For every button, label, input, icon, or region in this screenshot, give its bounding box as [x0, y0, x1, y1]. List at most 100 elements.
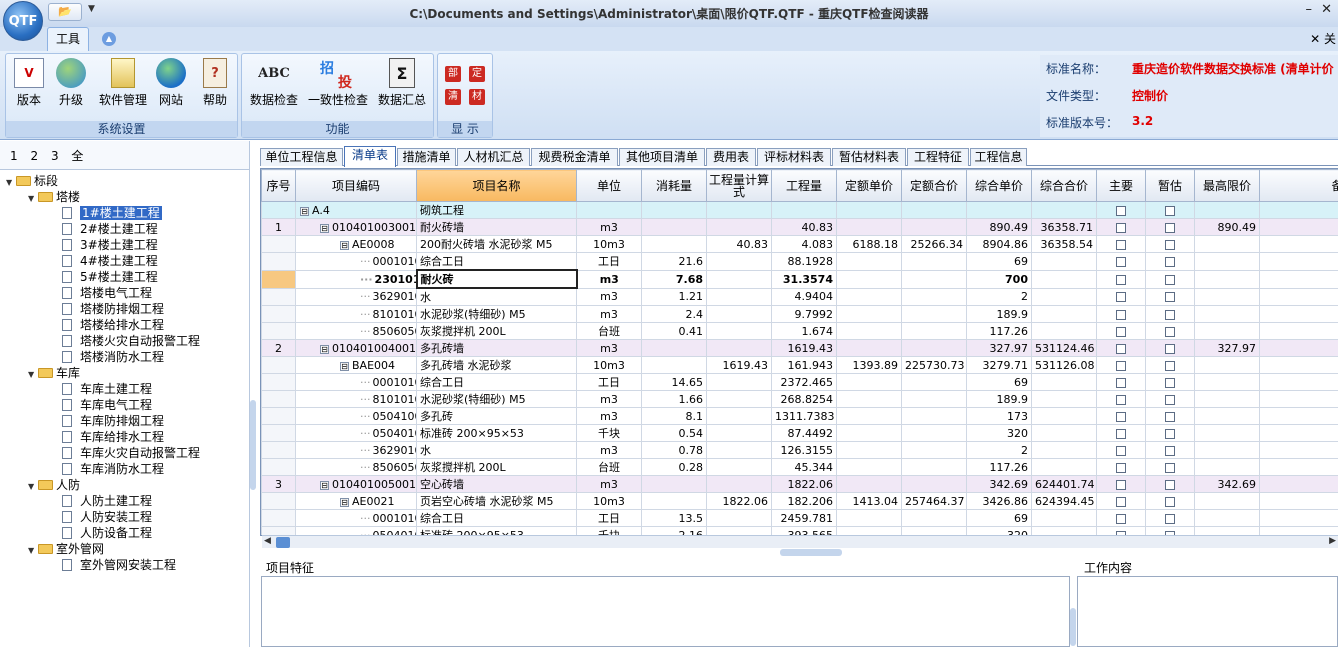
- tree-project-node[interactable]: 2#楼土建工程: [62, 221, 158, 237]
- expand-toggle-icon[interactable]: ▼: [28, 479, 38, 495]
- qty-cell[interactable]: 1.66: [641, 390, 707, 408]
- cprice-cell[interactable]: 117.26: [966, 458, 1032, 476]
- column-header[interactable]: 项目编码: [295, 169, 417, 202]
- qty-cell[interactable]: 0.78: [641, 441, 707, 459]
- tree-project-node[interactable]: 车库给排水工程: [62, 429, 164, 445]
- cprice-cell[interactable]: 2: [966, 441, 1032, 459]
- item-code-cell[interactable]: ···00010101: [295, 509, 417, 527]
- unit-cell[interactable]: 工日: [576, 373, 642, 391]
- main-checkbox-cell[interactable]: [1096, 373, 1146, 391]
- provisional-checkbox[interactable]: [1165, 274, 1175, 285]
- item-code-cell[interactable]: ···05041001: [295, 407, 417, 425]
- cprice-cell[interactable]: 3279.71: [966, 356, 1032, 374]
- dprice-cell[interactable]: [836, 441, 902, 459]
- formula-cell[interactable]: [706, 424, 772, 442]
- ctotal-cell[interactable]: [1031, 252, 1097, 271]
- formula-cell[interactable]: [706, 287, 772, 306]
- remark-cell[interactable]: [1259, 235, 1338, 253]
- dtotal-cell[interactable]: [901, 407, 967, 425]
- collapse-toggle-icon[interactable]: ⊟: [340, 361, 349, 371]
- item-code-cell[interactable]: ···05040102: [295, 424, 417, 442]
- dtotal-cell[interactable]: [901, 424, 967, 442]
- table-row[interactable]: ···81010102水泥砂浆(特细砂) M5m31.66 268.8254 189…: [261, 390, 1338, 408]
- table-row[interactable]: 3 ⊟ 010401005001 空心砖墙 m3 1822.06 342.69 624401.…: [261, 475, 1338, 493]
- qty-cell[interactable]: 0.54: [641, 424, 707, 442]
- main-checkbox[interactable]: [1116, 445, 1126, 456]
- remark-cell[interactable]: [1259, 201, 1338, 219]
- main-checkbox[interactable]: [1116, 428, 1126, 439]
- formula-cell[interactable]: [706, 322, 772, 340]
- main-checkbox-cell[interactable]: [1096, 287, 1146, 306]
- tree-folder-node[interactable]: ▼ 车库: [28, 365, 80, 381]
- cprice-cell[interactable]: 327.97: [966, 339, 1032, 357]
- main-checkbox[interactable]: [1116, 513, 1126, 524]
- unit-cell[interactable]: m3: [576, 305, 642, 323]
- formula-cell[interactable]: [706, 509, 772, 527]
- item-code-cell[interactable]: ···36290101: [295, 441, 417, 459]
- qty-cell[interactable]: 2.4: [641, 305, 707, 323]
- collapse-toggle-icon[interactable]: ⊟: [320, 344, 329, 354]
- cprice-cell[interactable]: 69: [966, 252, 1032, 271]
- provisional-checkbox-cell[interactable]: [1145, 305, 1195, 323]
- formula-cell[interactable]: [706, 218, 772, 236]
- tree-project-node[interactable]: 车库火灾自动报警工程: [62, 445, 200, 461]
- content-tab[interactable]: 规费税金清单: [531, 148, 618, 166]
- dtotal-cell[interactable]: 257464.37: [901, 492, 967, 510]
- main-checkbox-cell[interactable]: [1096, 339, 1146, 357]
- cprice-cell[interactable]: 173: [966, 407, 1032, 425]
- expand-toggle-icon[interactable]: ▼: [28, 367, 38, 383]
- bottom-splitter[interactable]: [1070, 608, 1076, 646]
- main-checkbox-cell[interactable]: [1096, 305, 1146, 323]
- main-checkbox[interactable]: [1116, 309, 1126, 320]
- unit-cell[interactable]: [576, 201, 642, 219]
- max-price-cell[interactable]: [1194, 287, 1260, 306]
- level-2-button[interactable]: 2: [30, 149, 38, 163]
- row-seq-cell[interactable]: [261, 407, 296, 425]
- website-button[interactable]: 网站: [156, 58, 186, 108]
- dprice-cell[interactable]: [836, 390, 902, 408]
- item-code-cell[interactable]: ⊟ BAE004: [295, 356, 417, 374]
- formula-cell[interactable]: [706, 252, 772, 271]
- close-window-button[interactable]: ✕: [1321, 2, 1332, 17]
- amount-cell[interactable]: 87.4492: [771, 424, 837, 442]
- item-name-cell[interactable]: 砌筑工程: [416, 201, 577, 219]
- expand-toggle-icon[interactable]: ▼: [28, 191, 38, 207]
- unit-cell[interactable]: m3: [576, 390, 642, 408]
- main-checkbox-cell[interactable]: [1096, 322, 1146, 340]
- provisional-checkbox[interactable]: [1165, 411, 1175, 422]
- item-name-cell[interactable]: 综合工日: [416, 373, 577, 391]
- item-name-cell[interactable]: 综合工日: [416, 252, 577, 271]
- app-menu-orb[interactable]: QTF: [3, 1, 43, 41]
- unit-cell[interactable]: 台班: [576, 322, 642, 340]
- features-textarea[interactable]: [261, 576, 1070, 647]
- dprice-cell[interactable]: [836, 373, 902, 391]
- tree-project-node[interactable]: 塔楼消防水工程: [62, 349, 164, 365]
- max-price-cell[interactable]: [1194, 269, 1260, 289]
- item-name-cell[interactable]: 耐火砖墙: [416, 218, 577, 236]
- main-checkbox[interactable]: [1116, 411, 1126, 422]
- level-3-button[interactable]: 3: [51, 149, 59, 163]
- max-price-cell[interactable]: [1194, 356, 1260, 374]
- provisional-checkbox-cell[interactable]: [1145, 441, 1195, 459]
- table-row[interactable]: 1 ⊟ 010401003001 耐火砖墙 m3 40.83 890.49 36358.71 8…: [261, 218, 1338, 236]
- provisional-checkbox[interactable]: [1165, 239, 1175, 250]
- dtotal-cell[interactable]: [901, 322, 967, 340]
- max-price-cell[interactable]: [1194, 441, 1260, 459]
- dtotal-cell[interactable]: [901, 441, 967, 459]
- main-checkbox[interactable]: [1116, 496, 1126, 507]
- amount-cell[interactable]: 88.1928: [771, 252, 837, 271]
- ctotal-cell[interactable]: [1031, 407, 1097, 425]
- tree-folder-node[interactable]: ▼ 室外管网: [28, 541, 104, 557]
- dtotal-cell[interactable]: [901, 305, 967, 323]
- main-checkbox[interactable]: [1116, 274, 1126, 285]
- max-price-cell[interactable]: [1194, 201, 1260, 219]
- row-seq-cell[interactable]: [261, 373, 296, 391]
- dprice-cell[interactable]: [836, 458, 902, 476]
- dtotal-cell[interactable]: [901, 373, 967, 391]
- scroll-thumb[interactable]: [276, 537, 290, 548]
- unit-cell[interactable]: m3: [576, 407, 642, 425]
- content-tab[interactable]: 人材机汇总: [457, 148, 530, 166]
- item-name-cell[interactable]: 标准砖 200×95×53: [416, 424, 577, 442]
- column-header[interactable]: 消耗量: [641, 169, 707, 202]
- work-content-textarea[interactable]: [1077, 576, 1338, 647]
